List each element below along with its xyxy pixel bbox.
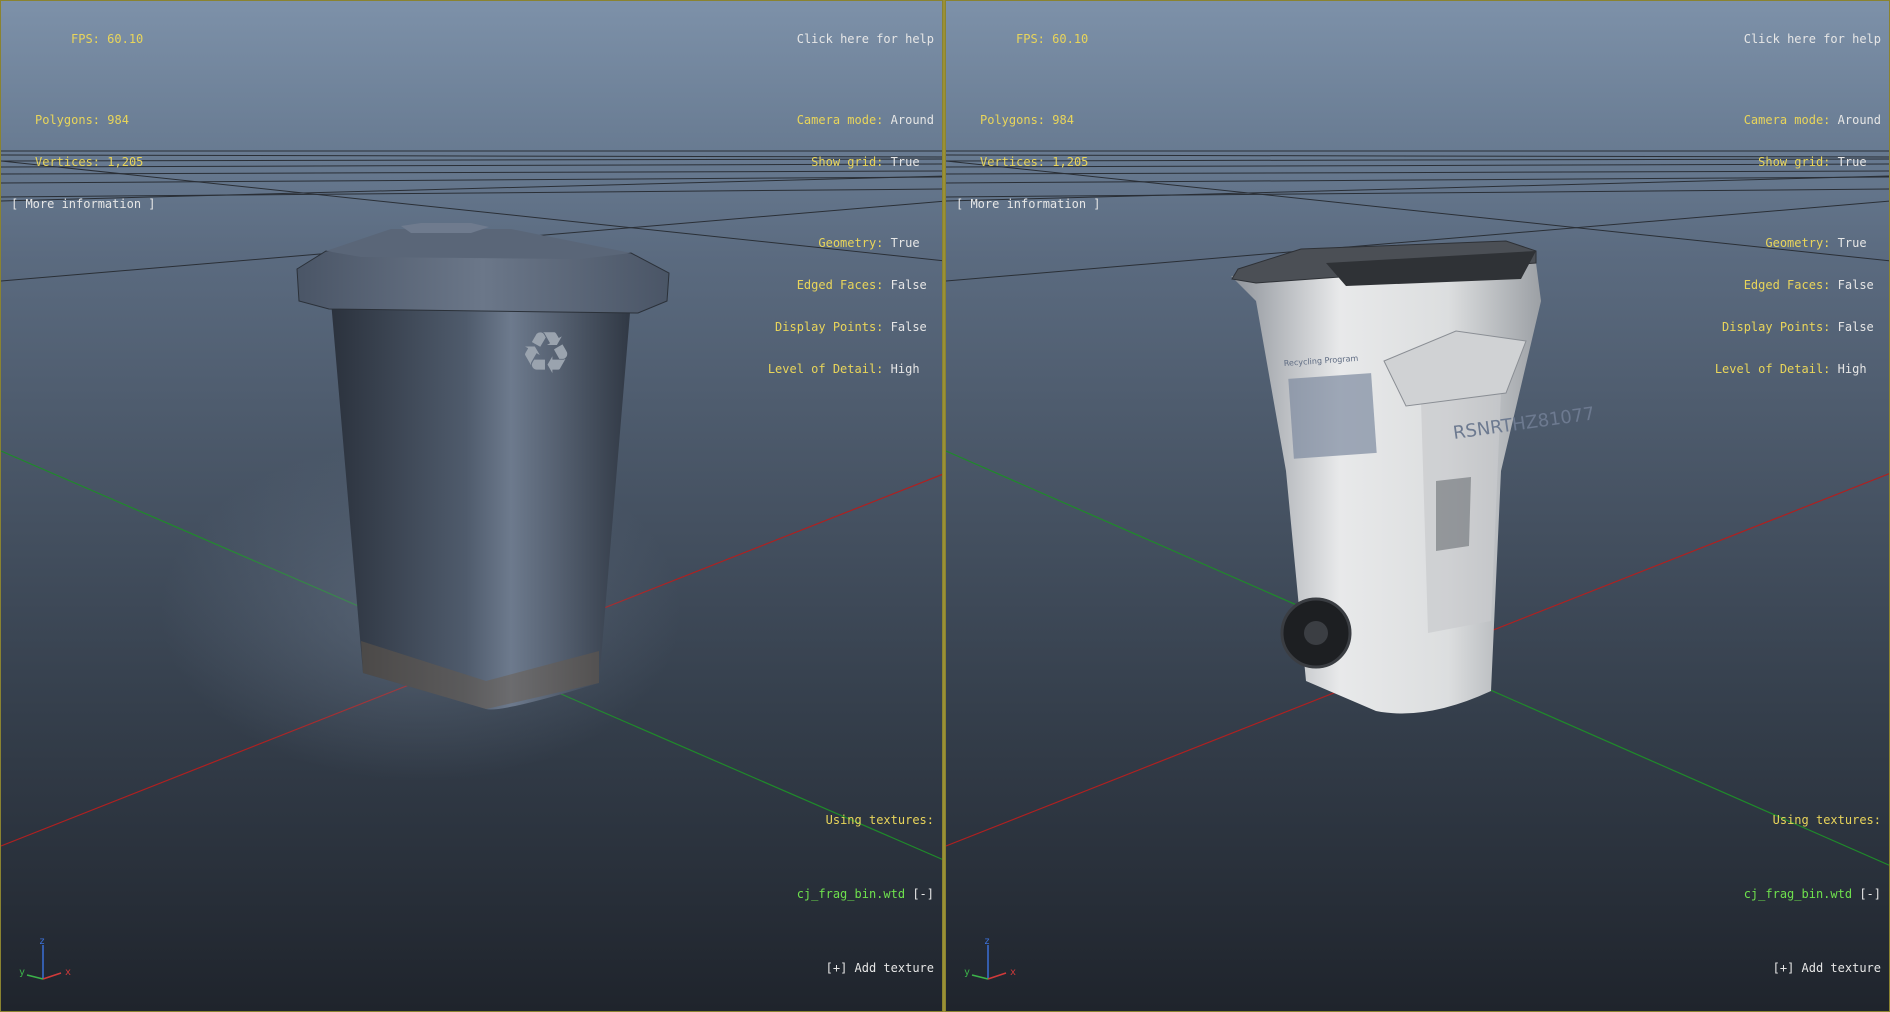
help-link[interactable]: Click here for help [797,32,934,46]
polygons-label: Polygons: [980,113,1046,127]
camera-mode-value[interactable]: Around [891,113,934,127]
axis-y-label: y [964,967,970,978]
edged-faces-value[interactable]: False [891,278,927,292]
vertices-value: 1,205 [107,155,144,169]
texture-panel: Using textures: cj_frag_bin.wtd [-] [+] … [797,785,934,1003]
texture-file-link[interactable]: cj_frag_bin.wtd [1744,887,1852,901]
geometry-label: Geometry: [818,236,884,250]
axis-y-label: y [19,967,25,978]
vertices-value: 1,205 [1052,155,1089,169]
remove-texture-button[interactable]: [-] [1859,887,1881,901]
polygons-value: 984 [1052,113,1074,127]
geometry-value[interactable]: True [1838,236,1867,250]
vertices-label: Vertices: [980,155,1046,169]
add-texture-button[interactable]: [+] Add texture [826,961,934,975]
fps-label: FPS: [71,32,100,46]
display-points-value[interactable]: False [891,320,927,334]
settings-panel: Click here for help Camera mode: Around … [1715,4,1881,404]
stats-panel: FPS: 60.10 Polygons: 984 Vertices: 1,205… [956,4,1101,239]
polygons-value: 984 [107,113,129,127]
show-grid-value[interactable]: True [1838,155,1867,169]
polygons-label: Polygons: [35,113,101,127]
using-textures-label: Using textures: [1772,813,1881,827]
texture-file-link[interactable]: cj_frag_bin.wtd [797,887,905,901]
geometry-label: Geometry: [1765,236,1831,250]
edged-faces-label: Edged Faces: [1743,278,1831,292]
lod-label: Level of Detail: [767,362,884,376]
viewport-right[interactable]: RSNRTHZ81077 Recycling Program FPS: 60.1… [945,0,1890,1012]
edged-faces-label: Edged Faces: [796,278,884,292]
help-link[interactable]: Click here for help [1744,32,1881,46]
more-information-link[interactable]: [ More information ] [956,197,1101,211]
display-points-label: Display Points: [1722,320,1831,334]
display-points-value[interactable]: False [1838,320,1874,334]
recycle-icon: ♻ [520,319,572,387]
show-grid-label: Show grid: [1758,155,1831,169]
camera-mode-value[interactable]: Around [1838,113,1881,127]
axis-z-label: z [984,936,990,947]
show-grid-value[interactable]: True [891,155,920,169]
show-grid-label: Show grid: [811,155,884,169]
fps-value: 60.10 [1052,32,1089,46]
camera-mode-label: Camera mode: [1743,113,1831,127]
remove-texture-button[interactable]: [-] [912,887,934,901]
settings-panel: Click here for help Camera mode: Around … [768,4,934,404]
display-points-label: Display Points: [775,320,884,334]
add-texture-button[interactable]: [+] Add texture [1773,961,1881,975]
more-information-link[interactable]: [ More information ] [11,197,156,211]
using-textures-label: Using textures: [825,813,934,827]
axis-gizmo: z x y [19,936,71,980]
vertices-label: Vertices: [35,155,101,169]
fps-value: 60.10 [107,32,144,46]
axis-x-label: x [65,967,71,978]
wheeled-garbage-bin[interactable]: RSNRTHZ81077 Recycling Program [1231,240,1596,714]
fps-label: FPS: [1016,32,1045,46]
geometry-value[interactable]: True [891,236,920,250]
edged-faces-value[interactable]: False [1838,278,1874,292]
lod-value[interactable]: High [1838,362,1867,376]
stats-panel: FPS: 60.10 Polygons: 984 Vertices: 1,205… [11,4,156,239]
axis-x-label: x [1010,967,1016,978]
texture-panel: Using textures: cj_frag_bin.wtd [-] [+] … [1744,785,1881,1003]
axis-z-label: z [39,936,45,947]
viewport-left[interactable]: ♻ FPS: 60.10 Polygons: 984 Vertices: 1,2… [0,0,943,1012]
camera-mode-label: Camera mode: [796,113,884,127]
axis-gizmo: z x y [964,936,1016,980]
lod-value[interactable]: High [891,362,920,376]
lod-label: Level of Detail: [1714,362,1831,376]
